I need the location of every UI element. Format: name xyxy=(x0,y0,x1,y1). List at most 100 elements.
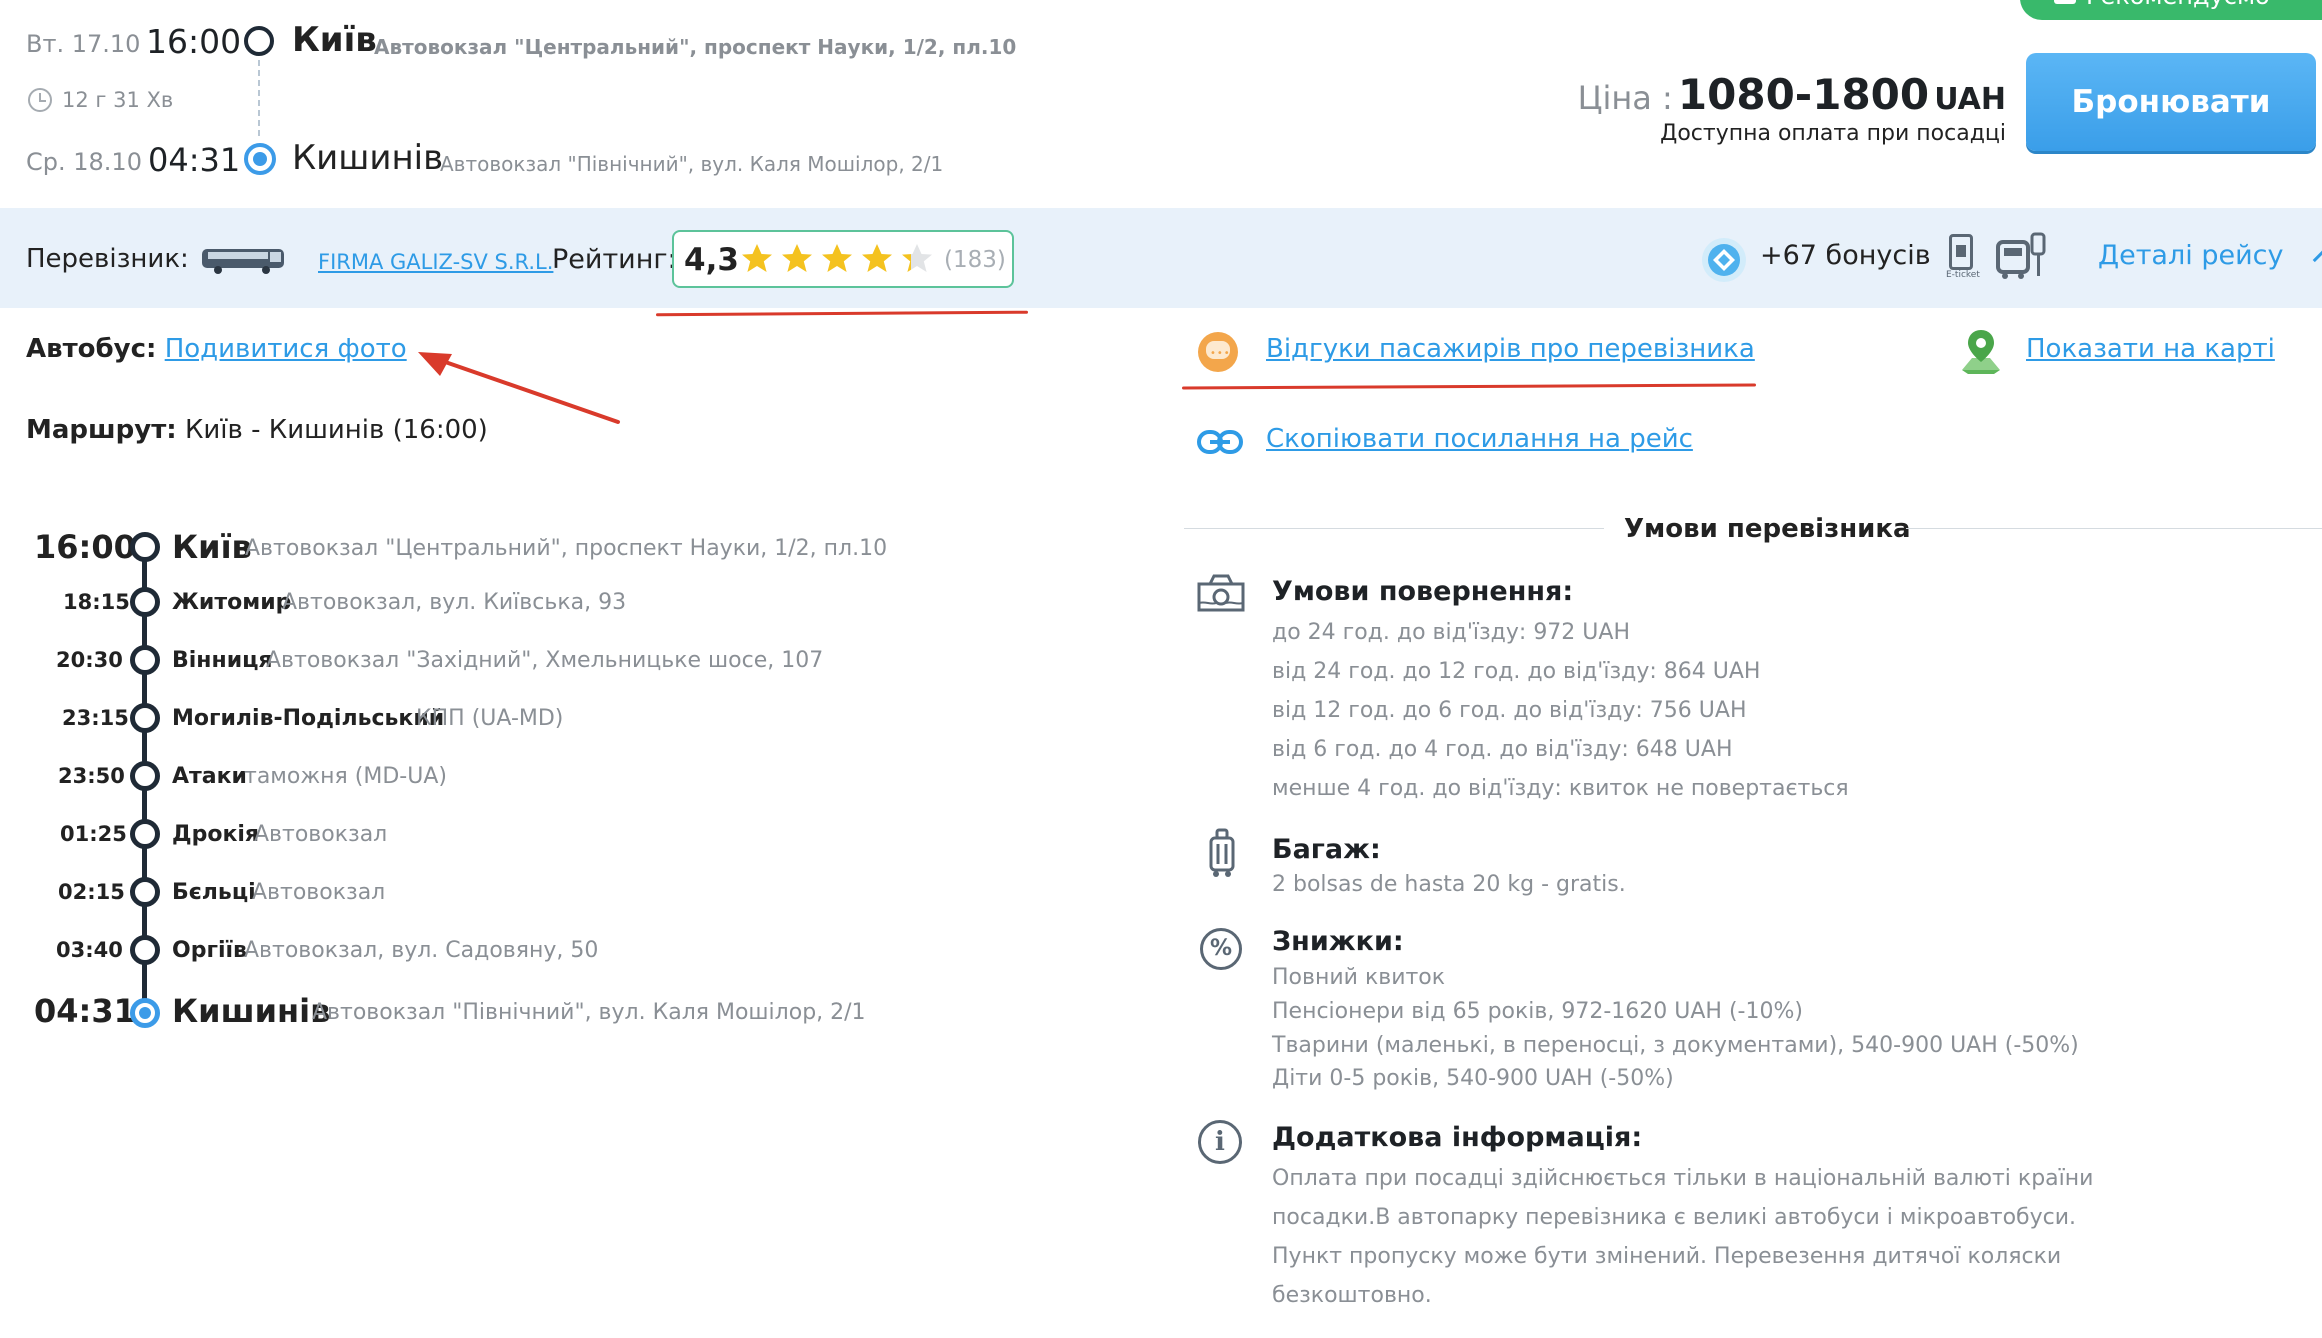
conditions-title: Умови перевізника xyxy=(1624,514,1911,544)
stop-time: 18:15 xyxy=(63,590,130,614)
carrier-label: Перевізник: xyxy=(26,244,189,274)
extra-info-line: безкоштовно. xyxy=(1272,1283,1432,1308)
discount-line: Тварини (маленькі, в переносці, з докуме… xyxy=(1272,1033,2079,1058)
stop-city: Бєльці xyxy=(172,880,256,905)
star-icon xyxy=(822,244,852,272)
stop-dot-icon xyxy=(130,877,160,907)
carrier-name-link[interactable]: FIRMA GALIZ-SV S.R.L. xyxy=(318,250,553,274)
extra-info-line: Пункт пропуску може бути змінений. Перев… xyxy=(1272,1244,2062,1269)
refund-line: від 6 год. до 4 год. до від'їзду: 648 UA… xyxy=(1272,737,1733,762)
bus-icon xyxy=(200,246,288,280)
stop-dot-icon xyxy=(130,532,160,562)
recommended-badge: Рекомендуємо xyxy=(2020,0,2322,20)
show-on-map-link[interactable]: Показати на карті xyxy=(2026,334,2275,364)
stop-time: 16:00 xyxy=(34,528,136,566)
chevron-up-icon xyxy=(2312,248,2322,272)
refund-line: від 24 год. до 12 год. до від'їзду: 864 … xyxy=(1272,659,1761,684)
map-pin-icon xyxy=(1958,328,2004,382)
rating-label: Рейтинг: xyxy=(552,244,677,275)
eticket-icon: E-ticket xyxy=(1946,234,1980,280)
rating-box[interactable]: 4,3 (183) xyxy=(672,230,1014,288)
stop-dot-icon xyxy=(130,998,160,1028)
refund-line: до 24 год. до від'їзду: 972 UAH xyxy=(1272,620,1630,645)
info-icon: i xyxy=(1198,1120,1242,1164)
extra-info-title: Додаткова інформація: xyxy=(1272,1122,1643,1153)
clock-icon xyxy=(28,88,52,112)
stop-place: КПП (UA-MD) xyxy=(416,706,564,731)
stop-city: Кишинів xyxy=(172,992,331,1030)
discount-line: Повний квиток xyxy=(1272,965,1446,990)
rating-value: 4,3 xyxy=(684,242,739,278)
stop-city: Житомир xyxy=(172,590,292,615)
bonus-icon xyxy=(1700,236,1748,288)
price-value: 1080-1800 xyxy=(1677,70,1930,119)
eticket-caption: E-ticket xyxy=(1946,270,1980,280)
passenger-reviews-link[interactable]: Відгуки пасажирів про перевізника xyxy=(1266,334,1755,364)
stop-time: 01:25 xyxy=(60,822,127,846)
refund-title: Умови повернення: xyxy=(1272,576,1574,607)
copy-trip-link[interactable]: Скопіювати посилання на рейс xyxy=(1266,424,1693,454)
stop-place: Автовокзал "Північний", вул. Каля Мошіло… xyxy=(312,1000,866,1025)
conditions-divider-left xyxy=(1184,528,1604,529)
stop-dot-icon xyxy=(130,819,160,849)
trip-connector xyxy=(258,60,260,136)
price-label: Ціна : xyxy=(1577,79,1673,117)
departure-dot-icon xyxy=(244,26,274,56)
stop-dot-icon xyxy=(130,645,160,675)
departure-date: Вт. 17.10 xyxy=(26,30,141,58)
stop-time: 23:15 xyxy=(62,706,129,730)
discount-line: Пенсіонери від 65 років, 972-1620 UAH (-… xyxy=(1272,999,1803,1024)
percent-icon: % xyxy=(1200,928,1242,970)
discount-line: Діти 0-5 років, 540-900 UAH (-50%) xyxy=(1272,1066,1674,1091)
suitcase-icon xyxy=(1208,828,1236,882)
trip-details-label: Деталі рейсу xyxy=(2098,240,2284,271)
arrival-dot-icon xyxy=(244,143,276,175)
departure-city: Київ xyxy=(292,20,377,60)
chat-icon: ••• xyxy=(1198,332,1238,372)
refund-line: від 12 год. до 6 год. до від'їзду: 756 U… xyxy=(1272,698,1747,723)
stop-city: Київ xyxy=(172,528,252,566)
payment-note: Доступна оплата при посадці xyxy=(1660,121,2006,146)
star-icon xyxy=(902,244,932,272)
route-row: Маршрут: Київ - Кишинів (16:00) xyxy=(26,415,488,445)
link-icon xyxy=(1196,428,1244,460)
stop-dot-icon xyxy=(130,761,160,791)
annotation-underline-reviews xyxy=(1181,383,1757,390)
arrival-date: Ср. 18.10 xyxy=(26,148,142,176)
extra-info-line: посадки.В автопарку перевізника є великі… xyxy=(1272,1205,2077,1230)
stop-place: Автовокзал "Західний", Хмельницьке шосе,… xyxy=(266,648,824,673)
arrival-time: 04:31 xyxy=(148,141,241,179)
departure-station: Автовокзал "Центральний", проспект Науки… xyxy=(374,35,1017,59)
stop-city: Могилів-Подільський xyxy=(172,706,445,731)
bus-stop-icon xyxy=(1996,232,2046,284)
stop-time: 23:50 xyxy=(58,764,125,788)
stop-time: 20:30 xyxy=(56,648,123,672)
stop-place: Автовокзал xyxy=(254,822,388,847)
trip-details-toggle[interactable]: Деталі рейсу xyxy=(2098,240,2322,272)
price-currency: UAH xyxy=(1934,82,2006,117)
bus-label: Автобус: xyxy=(26,334,157,364)
refund-line: менше 4 год. до від'їзду: квиток не пове… xyxy=(1272,776,1849,801)
discounts-title: Знижки: xyxy=(1272,926,1404,957)
stop-dot-icon xyxy=(130,935,160,965)
route-label: Маршрут: xyxy=(26,415,177,445)
stop-city: Вінниця xyxy=(172,648,273,673)
stop-place: Автовокзал, вул. Київська, 93 xyxy=(282,590,627,615)
stop-time: 04:31 xyxy=(34,992,136,1030)
arrival-station: Автовокзал "Північний", вул. Каля Мошіло… xyxy=(440,152,944,176)
extra-info-line: Оплата при посадці здійснюється тільки в… xyxy=(1272,1166,2094,1191)
stop-time: 03:40 xyxy=(56,938,123,962)
bus-row: Автобус: Подивитися фото xyxy=(26,334,407,364)
rating-stars xyxy=(740,242,940,276)
stop-city: Оргіїв xyxy=(172,938,247,963)
rating-count: (183) xyxy=(944,247,1006,273)
stop-place: Автовокзал "Центральний", проспект Науки… xyxy=(245,536,888,561)
departure-time: 16:00 xyxy=(146,22,242,61)
recommended-label: Рекомендуємо xyxy=(2086,0,2270,10)
arrival-city: Кишинів xyxy=(292,138,444,178)
star-icon xyxy=(742,244,772,272)
money-bag-icon xyxy=(1196,572,1246,618)
book-button[interactable]: Бронювати xyxy=(2026,53,2316,151)
baggage-line: 2 bolsas de hasta 20 kg - gratis. xyxy=(1272,872,1626,897)
view-photo-link[interactable]: Подивитися фото xyxy=(165,334,407,364)
